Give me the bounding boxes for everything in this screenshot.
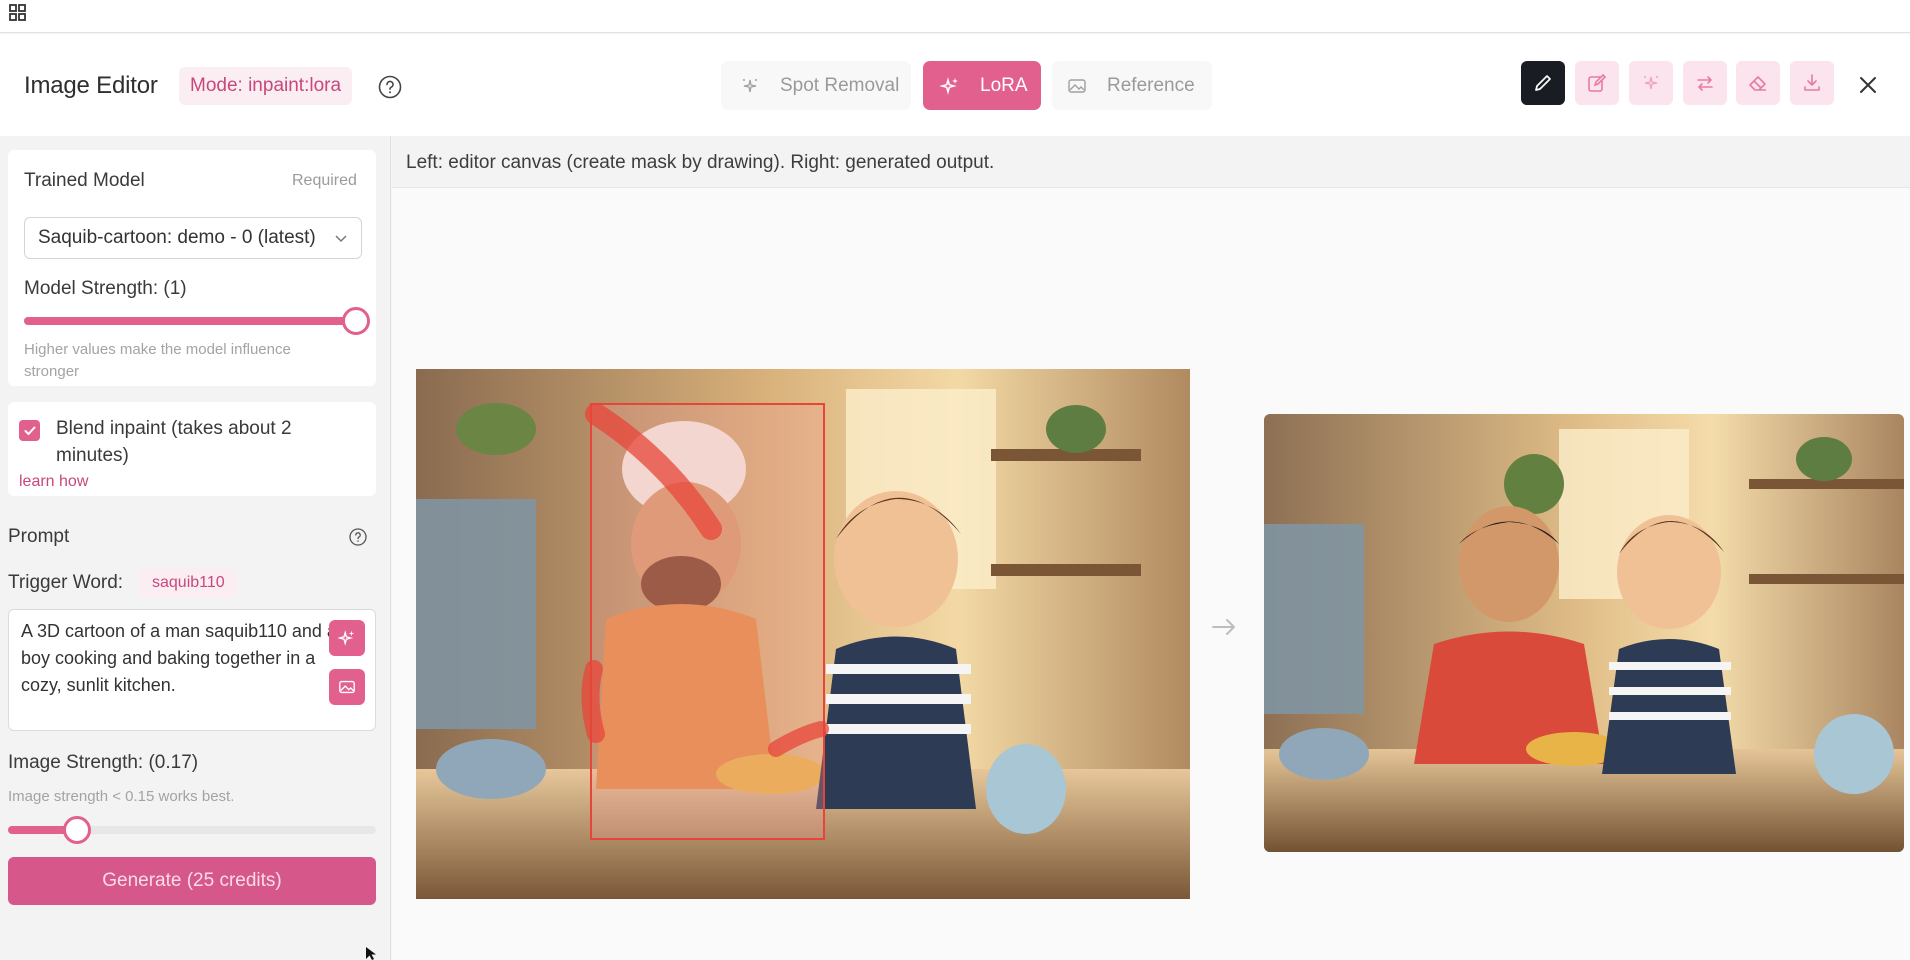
trigger-word-chip: saquib110 (140, 568, 237, 598)
sparkles-icon (940, 76, 958, 95)
close-icon[interactable] (1855, 72, 1881, 98)
pencil-tool-button[interactable] (1521, 61, 1565, 105)
trained-model-label: Trained Model (24, 170, 145, 191)
tab-spot-removal[interactable]: Spot Removal (721, 61, 911, 110)
model-strength-slider[interactable] (24, 307, 370, 335)
prompt-textarea[interactable]: A 3D cartoon of a man saquib110 and a bo… (8, 609, 376, 731)
image-icon (1068, 78, 1086, 93)
tab-lora[interactable]: LoRA (923, 61, 1041, 110)
tab-spot-removal-label: Spot Removal (780, 74, 900, 96)
generated-output-image (1264, 414, 1904, 852)
pencil-icon (1535, 75, 1551, 91)
image-icon (339, 680, 355, 694)
model-strength-thumb[interactable] (342, 307, 370, 335)
image-strength-slider[interactable] (8, 816, 376, 844)
eraser-tool-button[interactable] (1736, 61, 1780, 105)
page-title: Image Editor (24, 72, 158, 99)
sparkle-dots-icon (743, 78, 757, 92)
magic-tool-button[interactable] (1629, 61, 1673, 105)
image-strength-label: Image Strength: (0.17) (8, 752, 199, 773)
required-label: Required (292, 172, 357, 189)
image-strength-thumb[interactable] (63, 816, 91, 844)
top-strip (0, 0, 1910, 33)
generate-button[interactable]: Generate (25 credits) (8, 857, 376, 905)
mode-badge: Mode: inpaint:lora (179, 67, 353, 105)
blend-card: Blend inpaint (takes about 2 minutes) le… (8, 402, 376, 496)
editor-canvas[interactable] (416, 369, 1190, 899)
canvas-caption: Left: editor canvas (create mask by draw… (406, 152, 995, 173)
model-card: Trained Model Required Saquib-cartoon: d… (8, 150, 376, 386)
download-tool-button[interactable] (1790, 61, 1834, 105)
editor-header: Image Editor Mode: inpaint:lora Spot Rem… (0, 34, 1910, 136)
swap-tool-button[interactable] (1683, 61, 1727, 105)
model-strength-fill (24, 317, 358, 325)
arrow-right-icon (1212, 619, 1235, 635)
check-icon (24, 426, 35, 435)
prompt-label: Prompt (8, 526, 70, 547)
chevron-down-icon (335, 235, 347, 243)
image-strength-fill (8, 826, 71, 834)
canvas-area: Left: editor canvas (create mask by draw… (392, 136, 1910, 960)
swap-icon (1697, 76, 1713, 91)
magic-icon (1644, 76, 1658, 90)
edit-tool-button[interactable] (1575, 61, 1619, 105)
trained-model-value: Saquib-cartoon: demo - 0 (latest) (38, 227, 316, 248)
settings-sidebar: Trained Model Required Saquib-cartoon: d… (0, 136, 391, 960)
help-icon[interactable] (377, 74, 403, 100)
tab-reference[interactable]: Reference (1052, 61, 1212, 110)
tab-reference-label: Reference (1107, 74, 1195, 96)
tab-lora-label: LoRA (980, 74, 1028, 96)
prompt-text: A 3D cartoon of a man saquib110 and a bo… (21, 621, 337, 695)
image-prompt-button[interactable] (329, 669, 365, 705)
model-strength-label: Model Strength: (1) (24, 278, 187, 299)
sparkles-icon (338, 630, 355, 646)
trained-model-select[interactable]: Saquib-cartoon: demo - 0 (latest) (24, 217, 362, 259)
learn-how-link[interactable]: learn how (19, 473, 88, 491)
enhance-prompt-button[interactable] (329, 620, 365, 656)
caption-bar: Left: editor canvas (create mask by draw… (392, 136, 1910, 188)
image-strength-hint: Image strength < 0.15 works best. (8, 788, 235, 805)
prompt-help-icon[interactable] (348, 527, 368, 547)
mouse-cursor-icon (366, 947, 376, 960)
edit-icon (1588, 73, 1607, 92)
apps-grid-icon[interactable] (8, 3, 28, 23)
blend-label: Blend inpaint (takes about 2 minutes) (56, 418, 292, 466)
eraser-icon (1749, 76, 1766, 91)
blend-checkbox[interactable] (19, 420, 40, 441)
model-strength-hint: Higher values make the model influence s… (24, 341, 291, 380)
download-icon (1804, 74, 1820, 91)
trigger-word-label: Trigger Word: (8, 572, 124, 593)
